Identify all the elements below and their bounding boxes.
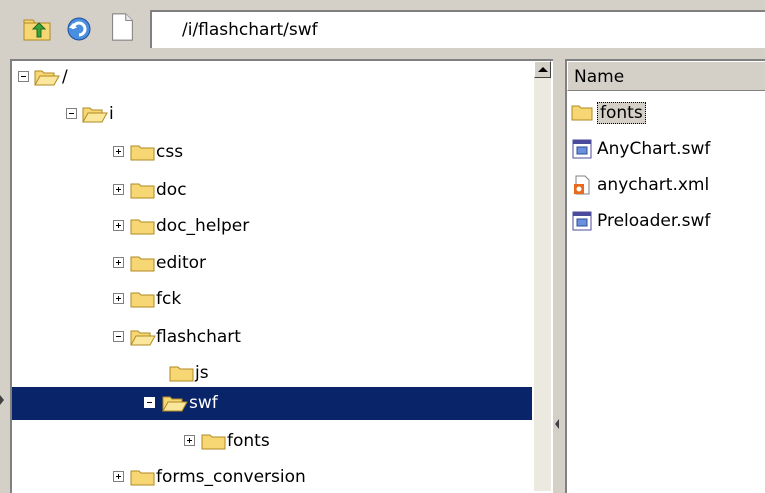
folder-icon	[169, 366, 194, 382]
tree-item-doc-helper[interactable]: doc_helper	[12, 210, 532, 243]
folder-icon	[571, 105, 593, 121]
tree-item-label: js	[195, 363, 209, 383]
tree-item-i[interactable]: i	[12, 98, 532, 131]
list-item-label: fonts	[597, 102, 646, 124]
list-item-label: anychart.xml	[597, 175, 710, 195]
folder-icon	[130, 183, 155, 199]
folder-icon	[130, 145, 155, 161]
tree-item-js[interactable]: js	[12, 357, 532, 390]
expand-icon[interactable]	[113, 471, 124, 482]
swf-file-icon	[572, 211, 592, 231]
tree-item-label: editor	[156, 253, 207, 273]
tree-item-label: i	[109, 104, 114, 124]
tree-item-label: swf	[189, 393, 218, 413]
tree-item-doc[interactable]: doc	[12, 174, 532, 207]
collapse-icon[interactable]	[113, 331, 124, 342]
tree-item-label: /	[62, 67, 68, 87]
tree-item-css[interactable]: css	[12, 136, 532, 169]
folder-icon	[201, 434, 226, 450]
expand-icon[interactable]	[113, 184, 124, 195]
tree-item-label: css	[156, 142, 184, 162]
list-item-label: Preloader.swf	[597, 211, 711, 231]
pane-splitter[interactable]	[553, 59, 565, 493]
expand-icon[interactable]	[113, 146, 124, 157]
folder-icon	[130, 470, 155, 486]
tree-item-fonts[interactable]: fonts	[12, 425, 532, 458]
tree-item-label: fonts	[227, 431, 270, 451]
list-item-fonts[interactable]: fonts	[567, 97, 765, 129]
tree-item-fck[interactable]: fck	[12, 283, 532, 316]
xml-file-icon	[574, 175, 590, 195]
left-splitter-arrow-icon	[0, 395, 4, 405]
tree-item-editor[interactable]: editor	[12, 247, 532, 280]
tree-item-forms-conversion[interactable]: forms_conversion	[12, 461, 532, 493]
tree-item-label: doc	[156, 180, 187, 200]
splitter-arrow-icon[interactable]	[554, 409, 560, 439]
open-folder-icon	[130, 330, 156, 346]
file-list: Name fonts AnyChart.swf anychart.xml Pre…	[565, 59, 765, 493]
folder-icon	[130, 219, 155, 235]
folder-up-icon[interactable]	[22, 14, 52, 44]
collapse-icon[interactable]	[66, 108, 77, 119]
path-text: /i/flashchart/swf	[182, 20, 318, 40]
tree-item-swf[interactable]: swf	[12, 387, 532, 420]
open-folder-icon	[82, 107, 108, 123]
tree-item-label: fck	[156, 289, 182, 309]
expand-icon[interactable]	[113, 257, 124, 268]
list-item-label: AnyChart.swf	[597, 139, 711, 159]
expand-icon[interactable]	[113, 220, 124, 231]
column-header-name[interactable]: Name	[567, 61, 765, 91]
open-folder-icon	[162, 396, 188, 412]
tree-item-label: forms_conversion	[156, 467, 306, 487]
refresh-icon[interactable]	[64, 14, 94, 44]
column-header-label: Name	[574, 67, 625, 87]
toolbar: /i/flashchart/swf	[0, 0, 765, 58]
tree-item-label: flashchart	[156, 327, 241, 347]
expand-icon[interactable]	[113, 293, 124, 304]
list-item-preloader-swf[interactable]: Preloader.swf	[567, 206, 765, 238]
expand-icon[interactable]	[184, 435, 195, 446]
page-icon	[112, 13, 133, 41]
scroll-up-button[interactable]	[534, 61, 551, 78]
folder-tree: / i css doc doc_helper editor fck flashc…	[10, 59, 553, 493]
folder-icon	[130, 292, 155, 308]
collapse-icon[interactable]	[18, 71, 29, 82]
list-item-anychart-swf[interactable]: AnyChart.swf	[567, 134, 765, 166]
list-item-anychart-xml[interactable]: anychart.xml	[567, 170, 765, 202]
swf-file-icon	[572, 139, 592, 159]
tree-item-label: doc_helper	[156, 216, 250, 236]
tree-scrollbar[interactable]	[534, 61, 551, 491]
collapse-icon[interactable]	[144, 397, 155, 408]
tree-item-root[interactable]: /	[12, 61, 532, 94]
tree-item-flashchart[interactable]: flashchart	[12, 321, 532, 354]
open-folder-icon	[34, 70, 60, 86]
folder-icon	[130, 256, 155, 272]
